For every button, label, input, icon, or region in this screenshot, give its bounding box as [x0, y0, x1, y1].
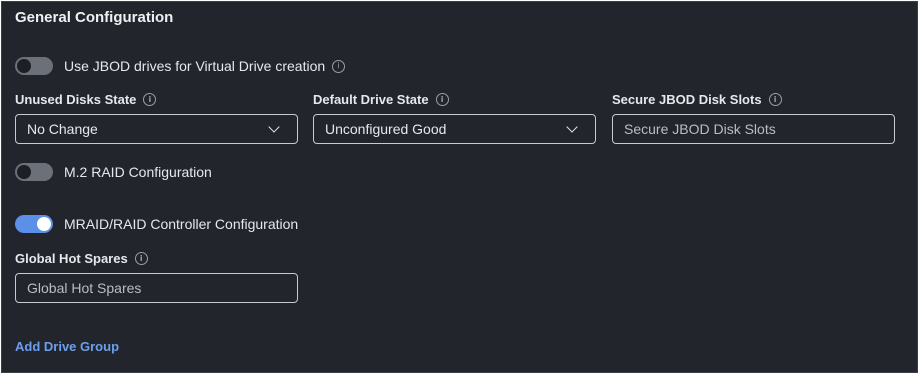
unused-disks-state-label-text: Unused Disks State [15, 92, 137, 107]
mraid-toggle-row: MRAID/RAID Controller Configuration [15, 213, 298, 235]
toggle-knob [17, 59, 31, 73]
m2-raid-toggle[interactable] [15, 163, 53, 181]
info-icon[interactable]: i [435, 93, 449, 106]
chevron-down-icon [566, 121, 578, 133]
info-icon[interactable]: i [332, 59, 346, 73]
unused-disks-state-value: No Change [27, 121, 98, 137]
jbod-toggle-label: Use JBOD drives for Virtual Drive creati… [64, 58, 326, 74]
chevron-down-icon [268, 121, 280, 133]
default-drive-state-label: Default Drive State i [313, 92, 449, 107]
global-hot-spares-placeholder: Global Hot Spares [27, 280, 142, 296]
secure-jbod-disk-slots-input[interactable]: Secure JBOD Disk Slots [612, 114, 895, 144]
mraid-toggle-label: MRAID/RAID Controller Configuration [64, 216, 299, 232]
secure-jbod-disk-slots-placeholder: Secure JBOD Disk Slots [624, 121, 776, 137]
secure-jbod-disk-slots-label: Secure JBOD Disk Slots i [612, 92, 782, 107]
jbod-toggle[interactable] [15, 57, 53, 75]
default-drive-state-label-text: Default Drive State [313, 92, 429, 107]
add-drive-group-link[interactable]: Add Drive Group [15, 339, 119, 354]
toggle-knob [17, 165, 31, 179]
m2-raid-toggle-label: M.2 RAID Configuration [64, 164, 212, 180]
toggle-knob [37, 217, 51, 231]
info-icon[interactable]: i [768, 93, 782, 106]
unused-disks-state-label: Unused Disks State i [15, 92, 157, 107]
info-icon[interactable]: i [134, 252, 148, 265]
global-hot-spares-label: Global Hot Spares i [15, 251, 148, 266]
default-drive-state-select[interactable]: Unconfigured Good [313, 114, 596, 144]
unused-disks-state-select[interactable]: No Change [15, 114, 298, 144]
general-configuration-panel: General Configuration Use JBOD drives fo… [1, 1, 918, 373]
secure-jbod-disk-slots-label-text: Secure JBOD Disk Slots [612, 92, 762, 107]
global-hot-spares-label-text: Global Hot Spares [15, 251, 128, 266]
info-icon[interactable]: i [143, 93, 157, 106]
section-title: General Configuration [15, 9, 174, 26]
default-drive-state-value: Unconfigured Good [325, 121, 447, 137]
mraid-toggle[interactable] [15, 215, 53, 233]
jbod-toggle-row: Use JBOD drives for Virtual Drive creati… [15, 55, 346, 77]
global-hot-spares-input[interactable]: Global Hot Spares [15, 273, 298, 303]
m2-raid-toggle-row: M.2 RAID Configuration [15, 161, 212, 183]
